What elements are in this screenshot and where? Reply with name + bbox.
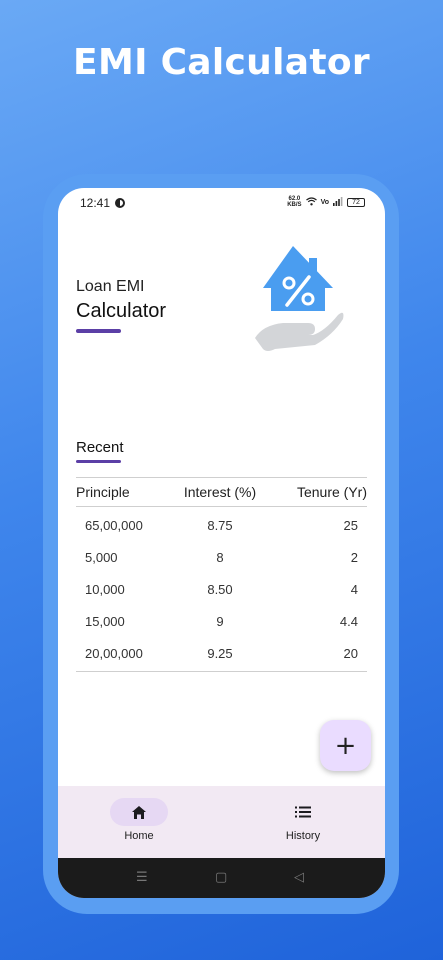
hero-subtitle: Loan EMI [76, 278, 145, 295]
cell-interest: 9 [216, 613, 224, 629]
status-icons: 62.0 KB/S Vo 72 [287, 196, 365, 208]
back-icon[interactable]: ◁ [294, 870, 304, 885]
house-percent-hand-icon [255, 246, 344, 351]
table-row[interactable]: 10,000 8.50 4 [76, 573, 367, 605]
cell-interest: 8.75 [207, 517, 233, 533]
cell-interest: 8 [216, 549, 224, 565]
column-header-principle: Principle [76, 484, 130, 500]
status-bar: 12:41 62.0 KB/S Vo 72 [58, 188, 385, 218]
cell-principle: 65,00,000 [85, 517, 143, 533]
column-header-interest: Interest (%) [183, 484, 257, 500]
bottom-navigation: Home History [58, 786, 385, 858]
table-body: 65,00,000 8.75 25 5,000 8 2 10,000 8.50 … [76, 507, 367, 672]
app-screen: 12:41 62.0 KB/S Vo 72 Loan EMI Calculato… [58, 188, 385, 898]
table-row[interactable]: 20,00,000 9.25 20 [76, 637, 367, 669]
add-calculation-button[interactable]: + [320, 720, 371, 771]
list-icon [295, 806, 311, 818]
nav-item-home[interactable]: Home [110, 798, 168, 850]
column-header-tenure: Tenure (Yr) [296, 484, 367, 500]
network-speed: 62.0 KB/S [287, 196, 302, 208]
cell-principle: 20,00,000 [85, 645, 143, 661]
cell-interest: 9.25 [207, 645, 233, 661]
nav-label-home: Home [124, 830, 154, 842]
volte-icon: Vo [320, 198, 329, 206]
table-header: Principle Interest (%) Tenure (Yr) [76, 477, 367, 507]
table-row[interactable]: 65,00,000 8.75 25 [76, 509, 367, 541]
notification-icon [115, 198, 125, 208]
cell-tenure: 20 [343, 645, 358, 661]
cell-principle: 10,000 [85, 581, 125, 597]
cell-tenure: 4 [350, 581, 358, 597]
home-button-icon[interactable]: ▢ [215, 870, 227, 885]
promo-title: EMI Calculator [73, 42, 370, 83]
plus-icon: + [334, 730, 357, 761]
nav-history-indicator [274, 798, 332, 826]
table-row[interactable]: 15,000 9 4.4 [76, 605, 367, 637]
cell-tenure: 25 [343, 517, 358, 533]
battery-icon: 72 [347, 197, 365, 207]
cell-tenure: 2 [350, 549, 358, 565]
home-icon [132, 805, 146, 819]
cell-tenure: 4.4 [339, 613, 358, 629]
hero-title: Calculator [76, 300, 167, 322]
menu-icon[interactable]: ☰ [136, 870, 148, 885]
wifi-icon [305, 196, 317, 208]
signal-icon [333, 196, 343, 208]
cell-principle: 15,000 [85, 613, 125, 629]
nav-item-history[interactable]: History [274, 798, 332, 850]
hero-underline [76, 329, 121, 333]
recent-underline [76, 460, 121, 463]
cell-interest: 8.50 [207, 581, 233, 597]
cell-principle: 5,000 [85, 549, 118, 565]
recent-table: Principle Interest (%) Tenure (Yr) 65,00… [76, 477, 367, 672]
recent-heading: Recent [76, 439, 124, 456]
status-time: 12:41 [80, 196, 111, 210]
system-navigation-bar: ☰ ▢ ◁ [58, 858, 385, 898]
nav-home-indicator [110, 798, 168, 826]
nav-label-history: History [285, 830, 321, 842]
table-row[interactable]: 5,000 8 2 [76, 541, 367, 573]
